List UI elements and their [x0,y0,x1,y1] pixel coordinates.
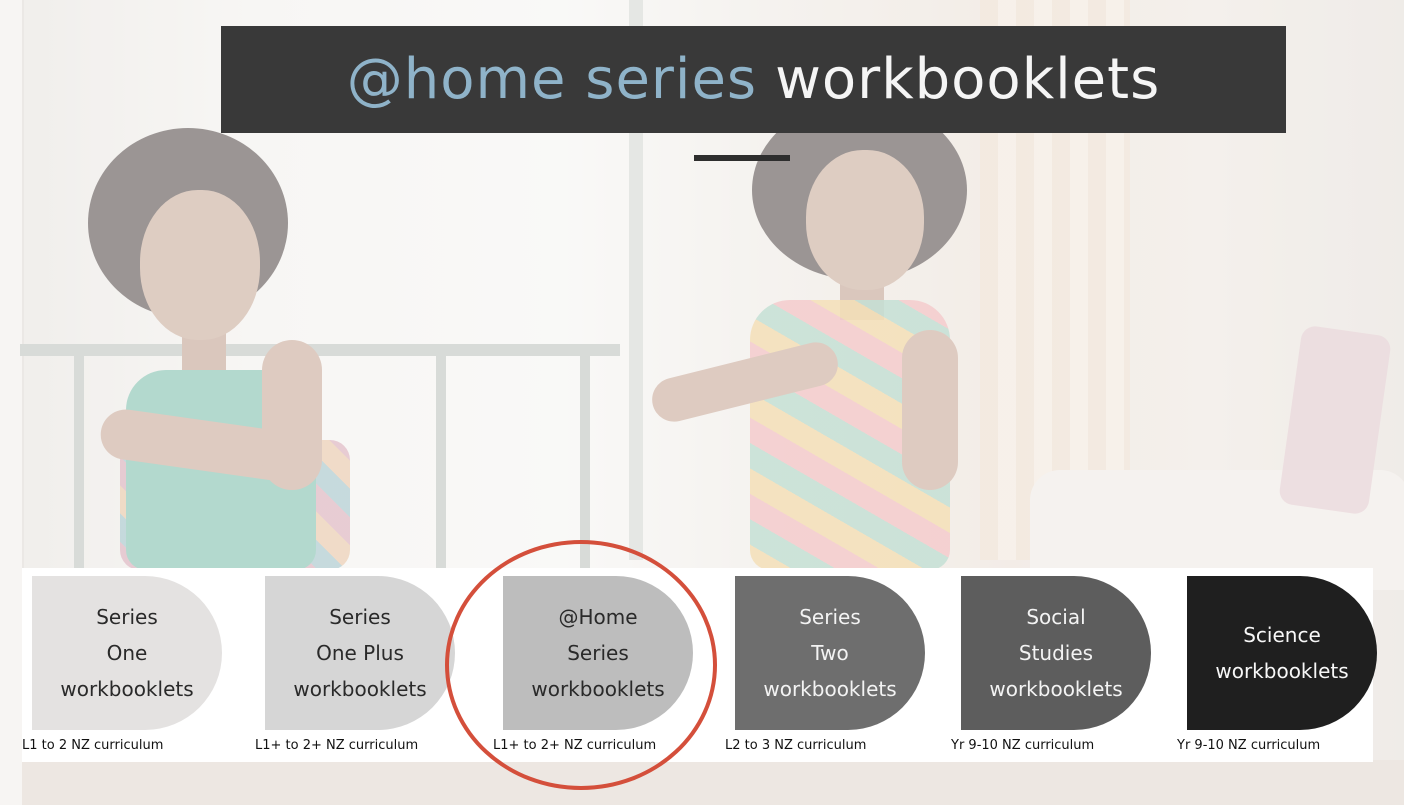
home-series-button[interactable]: @Home Series workbooklets [503,576,693,730]
card-caption: Yr 9-10 NZ curriculum [1177,738,1321,753]
series-card-strip: Series One workbooklets L1 to 2 NZ curri… [22,568,1377,762]
card-series-two: Series Two workbooklets L2 to 3 NZ curri… [725,576,935,761]
social-studies-button[interactable]: Social Studies workbooklets [961,576,1151,730]
science-button[interactable]: Science workbooklets [1187,576,1377,730]
title-banner: @home series workbooklets [221,26,1286,133]
card-series-one-plus: Series One Plus workbooklets L1+ to 2+ N… [255,576,465,761]
title-accent: @home series [346,47,758,112]
card-science: Science workbooklets Yr 9-10 NZ curricul… [1177,576,1387,761]
card-home-series: @Home Series workbooklets L1+ to 2+ NZ c… [493,576,703,761]
series-one-plus-button[interactable]: Series One Plus workbooklets [265,576,455,730]
card-social-studies: Social Studies workbooklets Yr 9-10 NZ c… [951,576,1161,761]
card-series-one: Series One workbooklets L1 to 2 NZ curri… [22,576,232,761]
card-caption: Yr 9-10 NZ curriculum [951,738,1095,753]
card-caption: L1+ to 2+ NZ curriculum [493,738,657,753]
card-caption: L1 to 2 NZ curriculum [22,738,164,753]
series-two-button[interactable]: Series Two workbooklets [735,576,925,730]
title-divider [694,155,790,161]
card-caption: L1+ to 2+ NZ curriculum [255,738,419,753]
series-one-button[interactable]: Series One workbooklets [32,576,222,730]
card-caption: L2 to 3 NZ curriculum [725,738,867,753]
title-text: workbooklets [775,47,1161,112]
